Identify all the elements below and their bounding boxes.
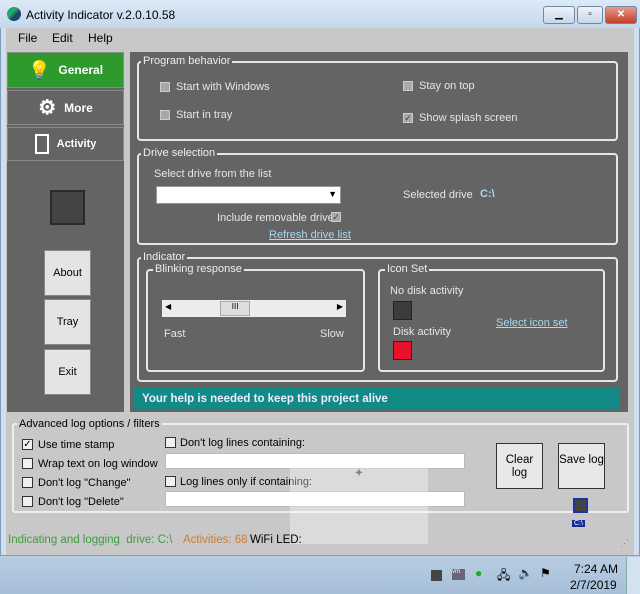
status-indicating: Indicating and logging drive: C:\ xyxy=(8,534,173,546)
start-in-tray-checkbox[interactable] xyxy=(160,110,170,120)
tray-app-icon[interactable] xyxy=(431,570,442,581)
group-title: Icon Set xyxy=(385,263,430,275)
program-behavior-group xyxy=(137,61,618,141)
sidebar-item-label: Activity xyxy=(56,138,97,150)
select-drive-label: Select drive from the list xyxy=(154,168,272,180)
checkbox-label: Use time stamp xyxy=(38,439,115,451)
resize-grip-icon[interactable]: ⋰ xyxy=(620,538,629,549)
gear-icon: ⚙ xyxy=(38,97,57,119)
close-button[interactable]: ✕ xyxy=(605,6,637,24)
sidebar-item-general[interactable]: 💡 General xyxy=(7,52,124,88)
sidebar-item-label: More xyxy=(64,100,93,115)
menu-file[interactable]: File xyxy=(18,31,37,45)
wrap-text-checkbox[interactable] xyxy=(22,458,33,469)
dont-log-lines-checkbox[interactable] xyxy=(165,437,176,448)
status-activities: Activities: 68 xyxy=(183,534,248,546)
minimize-button[interactable]: ▁ xyxy=(543,6,575,24)
checkbox-label: Don't log "Delete" xyxy=(38,496,124,508)
group-title: Indicator xyxy=(141,251,188,263)
usb-safe-remove-icon[interactable]: ● xyxy=(475,566,482,580)
menu-help[interactable]: Help xyxy=(88,31,113,45)
title-bar[interactable]: Activity Indicator v.2.0.10.58 ▁ ▫ ✕ xyxy=(0,0,640,28)
status-wifi-led: WiFi LED: xyxy=(250,534,302,546)
clock-date[interactable]: 2/7/2019 xyxy=(570,578,617,592)
refresh-drive-list-link[interactable]: Refresh drive list xyxy=(269,229,351,241)
checkbox-label: Start with Windows xyxy=(176,81,270,93)
lightbulb-icon: 💡 xyxy=(27,59,51,80)
no-activity-label: No disk activity xyxy=(390,285,464,297)
action-center-flag-icon[interactable]: ⚑ xyxy=(540,566,551,580)
sidebar-item-activity[interactable]: Activity xyxy=(7,127,124,161)
select-icon-set-link[interactable]: Select icon set xyxy=(496,317,568,329)
drive-badge: C:\ xyxy=(572,520,585,527)
activity-label: Disk activity xyxy=(393,326,452,338)
drive-dropdown[interactable]: ▼ xyxy=(156,186,341,204)
clock-time[interactable]: 7:24 AM xyxy=(574,562,618,576)
selected-drive-label: Selected drive xyxy=(403,189,473,201)
chevron-down-icon: ▼ xyxy=(328,189,337,199)
exit-button[interactable]: Exit xyxy=(44,349,91,395)
save-log-button[interactable]: Save log xyxy=(558,443,605,489)
group-title: Advanced log options / filters xyxy=(17,418,162,430)
donation-banner[interactable]: Your help is needed to keep this project… xyxy=(134,388,620,410)
use-timestamp-checkbox[interactable]: ✓ xyxy=(22,439,33,450)
log-lines-only-checkbox[interactable] xyxy=(165,476,176,487)
blinking-slider[interactable]: ◀ III ▶ xyxy=(162,300,346,317)
slider-thumb[interactable]: III xyxy=(220,301,251,316)
about-button[interactable]: About xyxy=(44,250,91,296)
checkbox-label: Wrap text on log window xyxy=(38,458,158,470)
show-desktop-button[interactable] xyxy=(626,557,640,594)
dont-log-change-checkbox[interactable] xyxy=(22,477,33,488)
tray-button[interactable]: Tray xyxy=(44,299,91,345)
stay-on-top-checkbox[interactable] xyxy=(403,81,413,91)
checkbox-label: Stay on top xyxy=(419,80,475,92)
group-title: Blinking response xyxy=(153,263,244,275)
show-splash-checkbox[interactable]: ✓ xyxy=(403,113,413,123)
vmware-tray-icon[interactable]: vm xyxy=(452,569,465,580)
log-indicator-square xyxy=(573,498,588,513)
majorgeeks-watermark: ✦ xyxy=(290,464,428,544)
app-icon xyxy=(7,7,21,21)
group-title: Program behavior xyxy=(141,55,233,67)
maximize-button[interactable]: ▫ xyxy=(577,6,603,24)
dont-log-delete-checkbox[interactable] xyxy=(22,496,33,507)
include-removable-checkbox[interactable]: ✓ xyxy=(331,212,341,222)
network-icon[interactable]: 🖧 xyxy=(497,566,510,587)
fast-label: Fast xyxy=(164,328,186,340)
status-indicator-square xyxy=(50,190,85,225)
activity-swatch xyxy=(393,341,412,360)
checkbox-label: Don't log "Change" xyxy=(38,477,131,489)
document-icon xyxy=(34,134,49,154)
sidebar-item-label: General xyxy=(58,63,104,77)
arrow-left-icon: ◀ xyxy=(165,302,172,311)
checkbox-label: Show splash screen xyxy=(419,112,518,124)
clear-log-button[interactable]: Clear log xyxy=(496,443,543,489)
slow-label: Slow xyxy=(320,328,344,340)
menu-edit[interactable]: Edit xyxy=(52,31,73,45)
checkbox-label: Don't log lines containing: xyxy=(180,437,306,449)
selected-drive-value: C:\ xyxy=(480,188,495,200)
blinking-response-group xyxy=(146,269,365,372)
group-title: Drive selection xyxy=(141,147,218,159)
window-title: Activity Indicator v.2.0.10.58 xyxy=(26,8,176,22)
checkbox-label: Start in tray xyxy=(176,109,233,121)
start-with-windows-checkbox[interactable] xyxy=(160,82,170,92)
include-removable-label: Include removable drives xyxy=(217,212,340,224)
volume-icon[interactable]: 🔈 xyxy=(518,566,533,580)
arrow-right-icon: ▶ xyxy=(336,302,343,311)
sidebar-item-more[interactable]: ⚙ More xyxy=(7,90,124,125)
no-activity-swatch xyxy=(393,301,412,320)
